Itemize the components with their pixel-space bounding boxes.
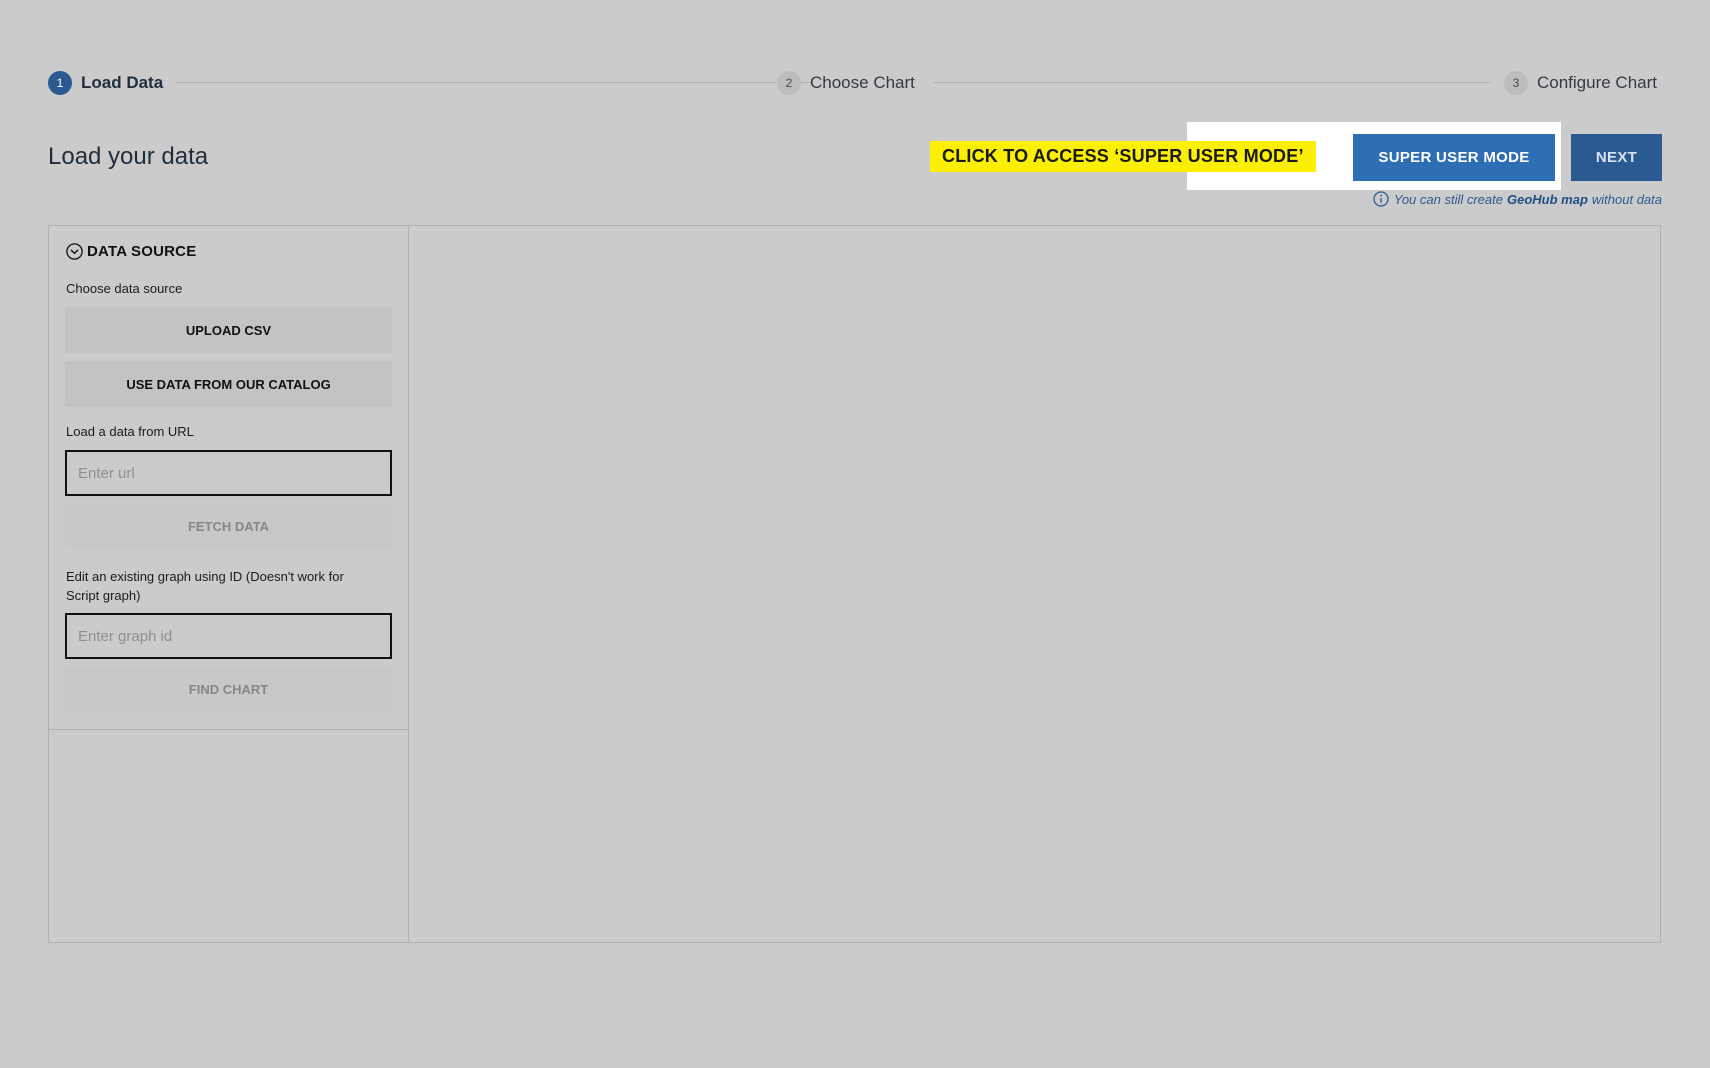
url-label: Load a data from URL: [66, 424, 194, 439]
sidebar: DATA SOURCE Choose data source UPLOAD CS…: [49, 226, 409, 942]
choose-source-label: Choose data source: [66, 281, 183, 296]
step-connector: [175, 82, 812, 83]
step-label: Choose Chart: [810, 73, 915, 92]
use-catalog-button[interactable]: USE DATA FROM OUR CATALOG: [65, 361, 392, 407]
step-choose-chart[interactable]: 2 Choose Chart: [777, 70, 915, 96]
section-title: DATA SOURCE: [87, 243, 197, 260]
step-connector: [934, 82, 1491, 83]
graph-id-label: Edit an existing graph using ID (Doesn't…: [66, 569, 344, 603]
step-configure-chart[interactable]: 3 Configure Chart: [1504, 70, 1657, 96]
progress-stepper: 1 Load Data 2 Choose Chart 3 Configure C…: [48, 70, 1663, 96]
data-source-toggle[interactable]: DATA SOURCE: [66, 243, 196, 260]
data-preview-area: [409, 226, 1660, 942]
step-number: 1: [48, 71, 72, 95]
geohub-map-link[interactable]: GeoHub map: [1507, 192, 1588, 207]
data-source-section: DATA SOURCE Choose data source UPLOAD CS…: [49, 226, 408, 730]
super-user-mode-button[interactable]: SUPER USER MODE: [1353, 134, 1555, 181]
info-suffix: without data: [1591, 191, 1662, 207]
step-label: Load Data: [81, 73, 164, 92]
page-title: Load your data: [48, 143, 209, 170]
super-user-callout: CLICK TO ACCESS ‘SUPER USER MODE’: [930, 141, 1316, 172]
find-chart-button[interactable]: FIND CHART: [65, 666, 392, 712]
next-button[interactable]: NEXT: [1571, 134, 1662, 181]
step-number: 3: [1504, 71, 1528, 95]
geohub-info: You can still create GeoHub map without …: [1373, 191, 1662, 207]
step-number: 2: [777, 71, 801, 95]
chevron-down-circle-icon: [66, 243, 83, 260]
main-panel: DATA SOURCE Choose data source UPLOAD CS…: [48, 225, 1661, 943]
upload-csv-button[interactable]: UPLOAD CSV: [65, 307, 392, 353]
info-icon: [1373, 191, 1389, 207]
url-input[interactable]: [65, 450, 392, 496]
fetch-data-button[interactable]: FETCH DATA: [65, 503, 392, 549]
graph-id-input[interactable]: [65, 613, 392, 659]
info-prefix: You can still create: [1393, 191, 1503, 207]
step-label: Configure Chart: [1537, 73, 1658, 92]
step-load-data[interactable]: 1 Load Data: [48, 70, 163, 96]
